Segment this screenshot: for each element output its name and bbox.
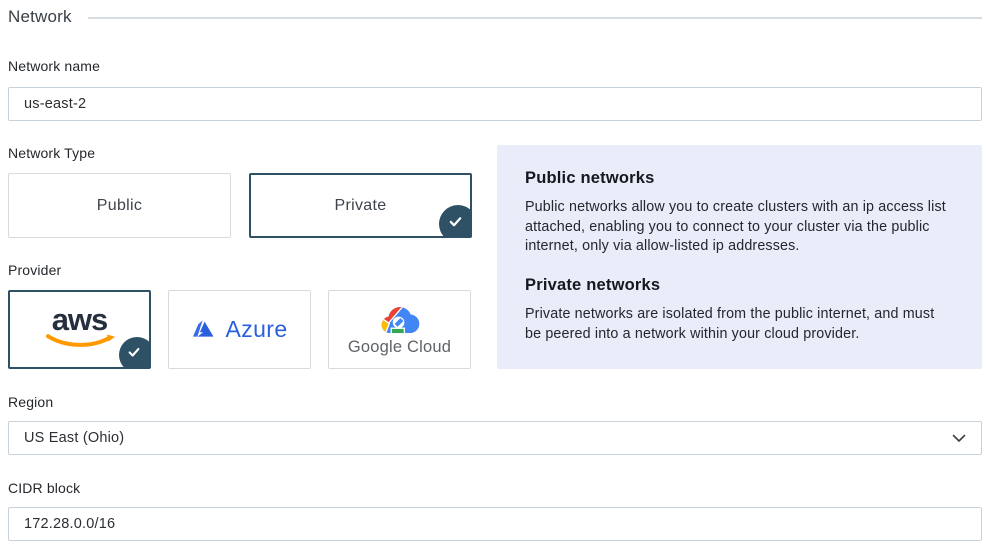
network-type-option-private[interactable]: Private <box>249 173 472 238</box>
left-column: Network Type Public Private Provider <box>8 145 472 369</box>
section-divider <box>88 17 982 19</box>
azure-icon <box>191 319 218 341</box>
network-name-group: Network name <box>8 58 982 121</box>
provider-options: aws <box>8 290 472 369</box>
cidr-block-input[interactable] <box>8 507 982 541</box>
azure-logo: Azure <box>191 316 287 343</box>
provider-label: Provider <box>8 262 472 278</box>
network-type-options: Public Private <box>8 173 472 238</box>
main-row: Network Type Public Private Provider <box>8 145 982 369</box>
info-body-private-networks: Private networks are isolated from the p… <box>525 305 954 344</box>
provider-group: Provider aws <box>8 262 472 369</box>
provider-card-aws[interactable]: aws <box>8 290 151 369</box>
cidr-block-label: CIDR block <box>8 480 982 496</box>
check-icon <box>127 345 141 359</box>
cidr-block-group: CIDR block <box>8 480 982 541</box>
selected-check-badge <box>119 337 151 369</box>
chevron-down-icon <box>952 434 966 443</box>
google-cloud-icon <box>379 303 421 336</box>
info-section-private: Private networks Private networks are is… <box>525 276 954 344</box>
section-title: Network <box>8 7 72 27</box>
network-form-page: Network Network name Network Type Public… <box>0 0 990 549</box>
network-type-option-label: Private <box>335 197 387 215</box>
provider-card-azure[interactable]: Azure <box>168 290 311 369</box>
check-icon <box>448 214 463 229</box>
region-label: Region <box>8 394 982 410</box>
selected-check-badge <box>439 205 472 238</box>
provider-card-google-cloud[interactable]: Google Cloud <box>328 290 471 369</box>
region-selected-value: US East (Ohio) <box>24 430 124 446</box>
info-heading-private-networks: Private networks <box>525 276 954 295</box>
network-type-label: Network Type <box>8 145 472 161</box>
region-group: Region US East (Ohio) <box>8 394 982 455</box>
section-header: Network <box>8 5 982 29</box>
aws-logo: aws <box>44 307 116 348</box>
info-section-public: Public networks Public networks allow yo… <box>525 169 954 257</box>
region-select[interactable]: US East (Ohio) <box>8 421 982 455</box>
info-heading-public-networks: Public networks <box>525 169 954 188</box>
google-cloud-wordmark: Google Cloud <box>348 338 451 357</box>
google-cloud-logo: Google Cloud <box>348 303 451 357</box>
aws-wordmark: aws <box>52 307 108 333</box>
network-name-input[interactable] <box>8 87 982 121</box>
info-body-public-networks: Public networks allow you to create clus… <box>525 198 954 257</box>
aws-smile-icon <box>44 334 116 348</box>
network-info-panel: Public networks Public networks allow yo… <box>497 145 982 369</box>
network-type-option-public[interactable]: Public <box>8 173 231 238</box>
network-name-label: Network name <box>8 58 982 74</box>
network-type-option-label: Public <box>97 197 142 215</box>
azure-wordmark: Azure <box>225 316 287 343</box>
